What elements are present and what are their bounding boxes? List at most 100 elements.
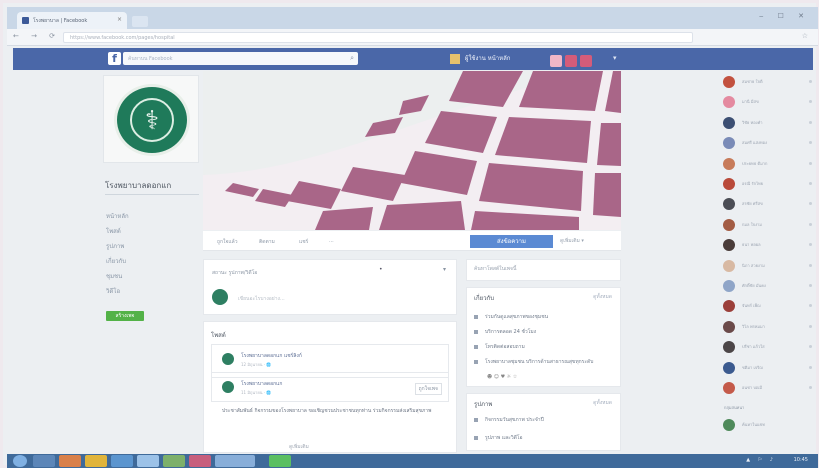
taskbar-app-line[interactable] [269,455,291,467]
system-tray-icons[interactable]: ▲ ⚐ ♪ [746,457,776,463]
page-nav-item[interactable]: หน้าหลัก [106,209,186,224]
online-status-icon [809,324,812,328]
browser-toolbar: ← → ⟳ https://www.facebook.com/pages/hos… [7,29,818,46]
messages-icon[interactable] [565,55,577,67]
bookmark-star-icon[interactable]: ☆ [802,32,808,40]
cover-photo-graphic [203,71,621,230]
chat-friend-row[interactable]: ประยุทธ ดีมาก [720,156,814,172]
facebook-logo-icon[interactable]: f [108,52,121,65]
post-author[interactable]: โรงพยาบาลดอกแก [241,380,282,388]
nav-buttons[interactable]: ← → ⟳ [13,32,60,40]
photos-see-all-link[interactable]: ดูทั้งหมด [593,399,612,407]
page-nav-item[interactable]: รูปภาพ [106,239,186,254]
chat-friend-row[interactable]: อนุชา บุญมี [720,380,814,396]
facebook-top-bar: f ค้นหาบน Facebook ⌕ ผู้ใช้งาน หน้าหลัก … [13,48,813,70]
taskbar-app-folder[interactable] [85,455,107,467]
start-button[interactable] [13,455,27,467]
photo-bullet-icon [474,435,478,440]
photos-title: รูปภาพ [474,401,493,408]
window-controls[interactable]: ‒ ☐ ✕ [759,12,810,20]
page-right-column: ค้นหาโพสต์ในเพจนี้ เกี่ยวกับ ดูทั้งหมด ร… [466,259,621,453]
photo-row[interactable]: กิจกรรมวันสุขภาพ ประจำปี [474,416,544,424]
chat-sidebar: สมชาย ใจดีมานี มีสุขวิชัย ทองคำสมศรี แสง… [718,71,815,449]
post-avatar [222,353,234,365]
taskbar-app-powerpoint[interactable] [189,455,211,467]
notifications-icon[interactable] [580,55,592,67]
taskbar-app-explorer[interactable] [33,455,55,467]
about-title: เกี่ยวกับ [474,295,495,302]
share-button[interactable]: แชร์ [299,238,308,246]
chat-search-row[interactable]: ค้นหาในแชท [720,417,814,433]
friend-avatar [723,76,735,88]
about-row: โทรติดต่อสอบถาม [474,343,525,351]
more-options-button[interactable]: ... [329,238,334,244]
taskbar-app-word[interactable] [137,455,159,467]
create-page-button[interactable]: สร้างเพจ [106,311,144,321]
chat-friend-row[interactable]: นิภา สวยงาม [720,258,814,274]
friend-requests-icon[interactable] [550,55,562,67]
see-more-link[interactable]: ดูเพิ่มเติม [289,443,309,451]
chat-friend-row[interactable]: ชุติมา เจริญ [720,360,814,376]
composer-caret-icon[interactable]: ▾ [443,266,446,273]
post-text: ประชาสัมพันธ์ กิจกรรมของโรงพยาบาล ขอเชิญ… [222,408,432,414]
online-status-icon [809,182,812,185]
online-status-icon [809,161,812,165]
address-input[interactable]: https://www.facebook.com/pages/hospital [63,32,693,43]
post-author[interactable]: โรงพยาบาลดอกแก แชร์ลิงก์ [241,352,302,360]
browser-tab[interactable]: โรงพยาบาล | Facebook × [17,12,127,29]
chat-friend-row[interactable]: วิชัย ทองคำ [720,115,814,131]
search-posts-card[interactable]: ค้นหาโพสต์ในเพจนี้ [466,259,621,281]
chat-friend-row[interactable]: ธนา พูลผล [720,237,814,253]
user-label: ผู้ใช้งาน หน้าหลัก [464,55,511,62]
chat-friend-row[interactable]: สุรชัย ศรีสุข [720,196,814,212]
liked-button[interactable]: ถูกใจแล้ว [217,238,238,246]
like-page-button[interactable]: ถูกใจเพจ [414,383,442,395]
see-more-button[interactable]: ดูเพิ่มเติม ▾ [560,237,584,245]
online-status-icon [809,120,812,124]
friend-name: ชุติมา เจริญ [742,364,763,369]
taskbar-app-chrome[interactable] [215,455,255,467]
chat-friend-row[interactable]: มานี มีสุข [720,94,814,110]
online-status-icon [809,304,812,308]
cover-photo[interactable] [203,71,621,230]
chat-friend-row[interactable]: จันทร์ เพ็ญ [720,298,814,314]
friend-avatar [723,361,735,374]
photo-row[interactable]: รูปภาพ และวิดีโอ [474,434,523,442]
user-profile-link[interactable]: ผู้ใช้งาน หน้าหลัก [450,53,510,64]
about-see-all-link[interactable]: ดูทั้งหมด [593,293,612,301]
account-menu-icon[interactable]: ▾ [613,54,617,62]
chat-friend-row[interactable]: ปรีชา แก้วใส [720,339,814,355]
about-row-text: โทรติดต่อสอบถาม [485,344,525,350]
page-nav-item[interactable]: ชุมชน [106,269,186,284]
send-message-button[interactable]: ส่งข้อความ [470,235,553,248]
facebook-search-input[interactable]: ค้นหาบน Facebook ⌕ [123,52,358,65]
photo-row-text: กิจกรรมวันสุขภาพ ประจำปี [485,417,544,423]
taskbar-clock[interactable]: 10:45 [794,457,808,463]
taskbar-app-excel[interactable] [163,455,185,467]
chat-friend-row[interactable]: ศักดิ์ชัย มั่นคง [720,278,814,294]
chat-friend-row[interactable]: สมชาย ใจดี [720,74,814,90]
new-tab-button[interactable] [132,16,148,27]
page-nav-item[interactable]: โพสต์ [106,224,186,239]
post-card[interactable]: โรงพยาบาลดอกแก 11 มิถุนายน · 🌐 ถูกใจเพจ [211,372,449,402]
online-status-icon [809,263,812,267]
taskbar-app-media[interactable] [59,455,81,467]
composer-input[interactable]: เขียนอะไรบางอย่าง... [238,295,285,303]
chat-friend-row[interactable]: สมศรี แสงทอง [720,135,814,151]
about-card: เกี่ยวกับ ดูทั้งหมด ร่วมกันดูแลสุขภาพของ… [466,287,621,387]
chat-friend-row[interactable]: วิไล พรหมมา [720,319,814,335]
composer-tabs[interactable]: สถานะ รูปภาพ/วิดีโอ [212,269,257,277]
about-row: บริการตลอด 24 ชั่วโมง [474,328,536,336]
tab-close-icon[interactable]: × [117,16,122,23]
follow-button[interactable]: ติดตาม [259,238,275,246]
page-nav-item[interactable]: เกี่ยวกับ [106,254,186,269]
online-status-icon [809,222,812,226]
page-profile-picture[interactable]: ⚕ [103,75,199,163]
page-nav-item[interactable]: วิดีโอ [106,284,186,299]
chat-friend-row[interactable]: อรุณี รักไทย [720,176,814,192]
chat-friend-row[interactable]: กมล ใจงาม [720,217,814,233]
hospital-logo: ⚕ [114,84,190,156]
friend-name: ศักดิ์ชัย มั่นคง [742,283,766,287]
search-icon[interactable]: ⌕ [350,54,354,63]
taskbar-app-ie[interactable] [111,455,133,467]
